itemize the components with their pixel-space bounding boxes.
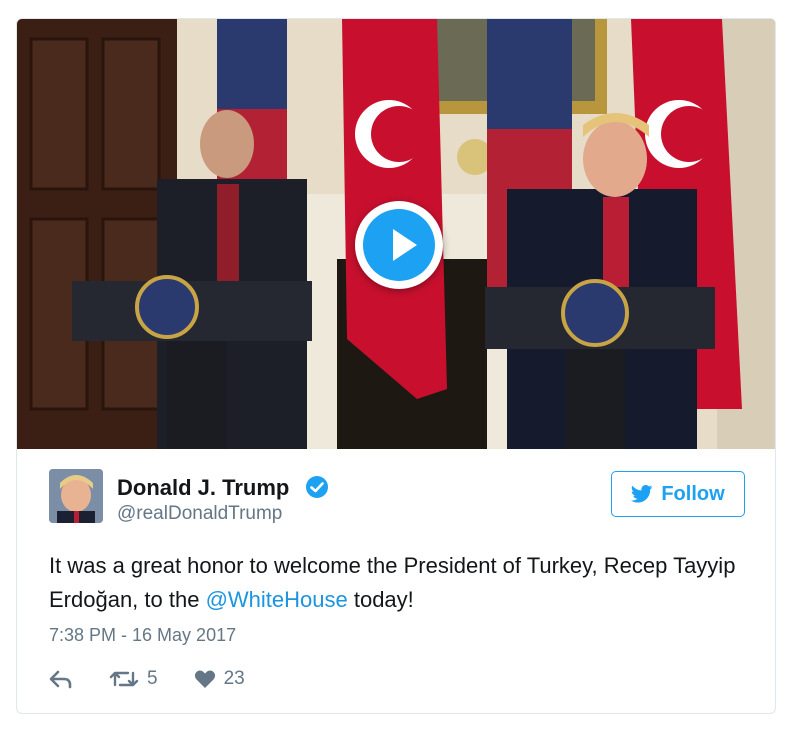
- tweet-timestamp[interactable]: 7:38 PM - 16 May 2017: [49, 625, 236, 646]
- follow-label: Follow: [661, 482, 725, 505]
- like-button[interactable]: 23: [194, 668, 245, 690]
- mention-link[interactable]: @WhiteHouse: [206, 587, 348, 612]
- author-name[interactable]: Donald J. Trump: [117, 475, 289, 501]
- retweet-count: 5: [147, 668, 158, 689]
- retweet-button[interactable]: 5: [109, 668, 158, 690]
- twitter-bird-icon: [631, 485, 653, 503]
- like-count: 23: [223, 668, 245, 689]
- retweet-icon: [109, 671, 139, 687]
- video-thumbnail[interactable]: [17, 19, 775, 449]
- tweet-text: It was a great honor to welcome the Pres…: [49, 549, 749, 617]
- reply-button[interactable]: [49, 669, 73, 689]
- play-icon: [393, 229, 417, 261]
- verified-badge-icon: [306, 476, 328, 498]
- tweet-text-after: today!: [347, 587, 414, 612]
- heart-icon: [194, 670, 215, 688]
- tweet-actions: 5 23: [49, 667, 281, 691]
- reply-icon: [49, 670, 72, 689]
- avatar[interactable]: [49, 469, 103, 523]
- play-button[interactable]: [355, 201, 443, 289]
- author-handle[interactable]: @realDonaldTrump: [117, 503, 282, 525]
- tweet-card: Donald J. Trump @realDonaldTrump Follow …: [16, 18, 776, 714]
- follow-button[interactable]: Follow: [611, 471, 745, 517]
